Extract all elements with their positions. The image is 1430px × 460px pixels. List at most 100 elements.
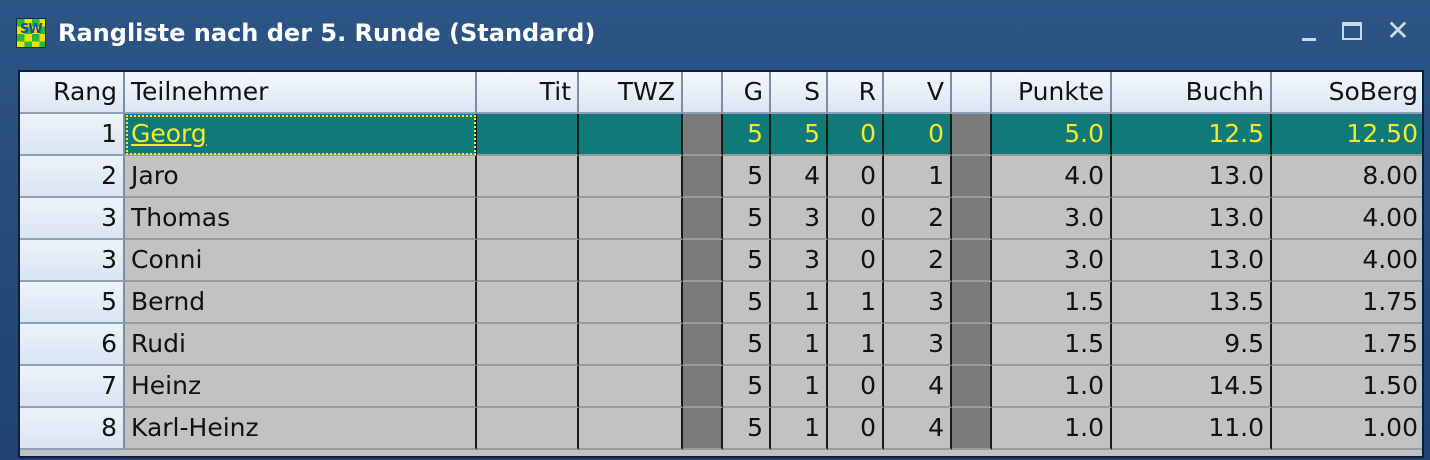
separator-cell[interactable] bbox=[683, 240, 723, 282]
sonneborn-berger-cell[interactable]: 8.00 bbox=[1272, 156, 1422, 198]
separator-cell[interactable] bbox=[683, 324, 723, 366]
points-cell[interactable]: 4.0 bbox=[992, 156, 1112, 198]
column-header-r[interactable]: R bbox=[828, 72, 884, 114]
losses-cell[interactable]: 0 bbox=[884, 114, 952, 156]
losses-cell[interactable]: 4 bbox=[884, 366, 952, 408]
separator-cell[interactable] bbox=[952, 282, 992, 324]
rating-cell[interactable] bbox=[579, 240, 683, 282]
maximize-icon[interactable] bbox=[1336, 14, 1370, 48]
draws-cell[interactable]: 0 bbox=[828, 114, 884, 156]
participant-name-cell[interactable]: Jaro bbox=[125, 156, 477, 198]
games-cell[interactable]: 5 bbox=[723, 240, 771, 282]
games-cell[interactable]: 5 bbox=[723, 282, 771, 324]
participant-name-cell[interactable]: Conni bbox=[125, 240, 477, 282]
separator-cell[interactable] bbox=[683, 198, 723, 240]
column-header-blank-1[interactable] bbox=[683, 72, 723, 114]
close-icon[interactable]: ✕ bbox=[1381, 14, 1415, 48]
title-cell[interactable] bbox=[477, 408, 579, 450]
column-header-g[interactable]: G bbox=[723, 72, 771, 114]
games-cell[interactable]: 5 bbox=[723, 324, 771, 366]
wins-cell[interactable]: 1 bbox=[771, 366, 828, 408]
buchholz-cell[interactable]: 13.5 bbox=[1112, 282, 1272, 324]
wins-cell[interactable]: 3 bbox=[771, 198, 828, 240]
rating-cell[interactable] bbox=[579, 408, 683, 450]
separator-cell[interactable] bbox=[952, 114, 992, 156]
points-cell[interactable]: 3.0 bbox=[992, 198, 1112, 240]
wins-cell[interactable]: 1 bbox=[771, 282, 828, 324]
buchholz-cell[interactable]: 12.5 bbox=[1112, 114, 1272, 156]
wins-cell[interactable]: 3 bbox=[771, 240, 828, 282]
minimize-icon[interactable] bbox=[1294, 14, 1328, 48]
column-header-tit[interactable]: Tit bbox=[477, 72, 579, 114]
title-cell[interactable] bbox=[477, 324, 579, 366]
rank-cell[interactable]: 3 bbox=[20, 240, 125, 282]
losses-cell[interactable]: 3 bbox=[884, 324, 952, 366]
column-header-punkte[interactable]: Punkte bbox=[992, 72, 1112, 114]
draws-cell[interactable]: 1 bbox=[828, 324, 884, 366]
rank-cell[interactable]: 6 bbox=[20, 324, 125, 366]
participant-name-cell[interactable]: Thomas bbox=[125, 198, 477, 240]
points-cell[interactable]: 3.0 bbox=[992, 240, 1112, 282]
separator-cell[interactable] bbox=[683, 366, 723, 408]
separator-cell[interactable] bbox=[683, 408, 723, 450]
rank-cell[interactable]: 8 bbox=[20, 408, 125, 450]
participant-name-cell[interactable]: Karl-Heinz bbox=[125, 408, 477, 450]
draws-cell[interactable]: 0 bbox=[828, 408, 884, 450]
draws-cell[interactable]: 1 bbox=[828, 282, 884, 324]
sonneborn-berger-cell[interactable]: 1.00 bbox=[1272, 408, 1422, 450]
titlebar[interactable]: SW Rangliste nach der 5. Runde (Standard… bbox=[0, 0, 1430, 66]
buchholz-cell[interactable]: 13.0 bbox=[1112, 198, 1272, 240]
column-header-teilnehmer[interactable]: Teilnehmer bbox=[125, 72, 477, 114]
column-header-soberg[interactable]: SoBerg bbox=[1272, 72, 1422, 114]
rank-cell[interactable]: 2 bbox=[20, 156, 125, 198]
points-cell[interactable]: 1.5 bbox=[992, 324, 1112, 366]
buchholz-cell[interactable]: 13.0 bbox=[1112, 240, 1272, 282]
draws-cell[interactable]: 0 bbox=[828, 198, 884, 240]
title-cell[interactable] bbox=[477, 198, 579, 240]
column-header-blank-2[interactable] bbox=[952, 72, 992, 114]
separator-cell[interactable] bbox=[683, 114, 723, 156]
separator-cell[interactable] bbox=[952, 366, 992, 408]
title-cell[interactable] bbox=[477, 366, 579, 408]
separator-cell[interactable] bbox=[952, 408, 992, 450]
buchholz-cell[interactable]: 11.0 bbox=[1112, 408, 1272, 450]
separator-cell[interactable] bbox=[683, 282, 723, 324]
wins-cell[interactable]: 5 bbox=[771, 114, 828, 156]
separator-cell[interactable] bbox=[683, 156, 723, 198]
separator-cell[interactable] bbox=[952, 198, 992, 240]
participant-name-cell[interactable]: Rudi bbox=[125, 324, 477, 366]
draws-cell[interactable]: 0 bbox=[828, 366, 884, 408]
column-header-rang[interactable]: Rang bbox=[20, 72, 125, 114]
title-cell[interactable] bbox=[477, 282, 579, 324]
losses-cell[interactable]: 2 bbox=[884, 240, 952, 282]
points-cell[interactable]: 1.0 bbox=[992, 408, 1112, 450]
sonneborn-berger-cell[interactable]: 12.50 bbox=[1272, 114, 1422, 156]
losses-cell[interactable]: 4 bbox=[884, 408, 952, 450]
column-header-s[interactable]: S bbox=[771, 72, 828, 114]
games-cell[interactable]: 5 bbox=[723, 198, 771, 240]
sonneborn-berger-cell[interactable]: 4.00 bbox=[1272, 240, 1422, 282]
points-cell[interactable]: 1.5 bbox=[992, 282, 1112, 324]
sonneborn-berger-cell[interactable]: 1.75 bbox=[1272, 324, 1422, 366]
losses-cell[interactable]: 1 bbox=[884, 156, 952, 198]
title-cell[interactable] bbox=[477, 114, 579, 156]
participant-name-cell[interactable]: Bernd bbox=[125, 282, 477, 324]
buchholz-cell[interactable]: 9.5 bbox=[1112, 324, 1272, 366]
rating-cell[interactable] bbox=[579, 366, 683, 408]
ranking-table[interactable]: Rang Teilnehmer Tit TWZ G S R V Punkte B… bbox=[18, 70, 1424, 458]
rating-cell[interactable] bbox=[579, 324, 683, 366]
losses-cell[interactable]: 2 bbox=[884, 198, 952, 240]
games-cell[interactable]: 5 bbox=[723, 114, 771, 156]
buchholz-cell[interactable]: 13.0 bbox=[1112, 156, 1272, 198]
wins-cell[interactable]: 1 bbox=[771, 324, 828, 366]
games-cell[interactable]: 5 bbox=[723, 156, 771, 198]
separator-cell[interactable] bbox=[952, 240, 992, 282]
wins-cell[interactable]: 1 bbox=[771, 408, 828, 450]
participant-name-cell[interactable]: Georg bbox=[125, 114, 477, 156]
games-cell[interactable]: 5 bbox=[723, 408, 771, 450]
participant-name-cell[interactable]: Heinz bbox=[125, 366, 477, 408]
column-header-twz[interactable]: TWZ bbox=[579, 72, 683, 114]
sonneborn-berger-cell[interactable]: 1.50 bbox=[1272, 366, 1422, 408]
separator-cell[interactable] bbox=[952, 156, 992, 198]
rank-cell[interactable]: 7 bbox=[20, 366, 125, 408]
